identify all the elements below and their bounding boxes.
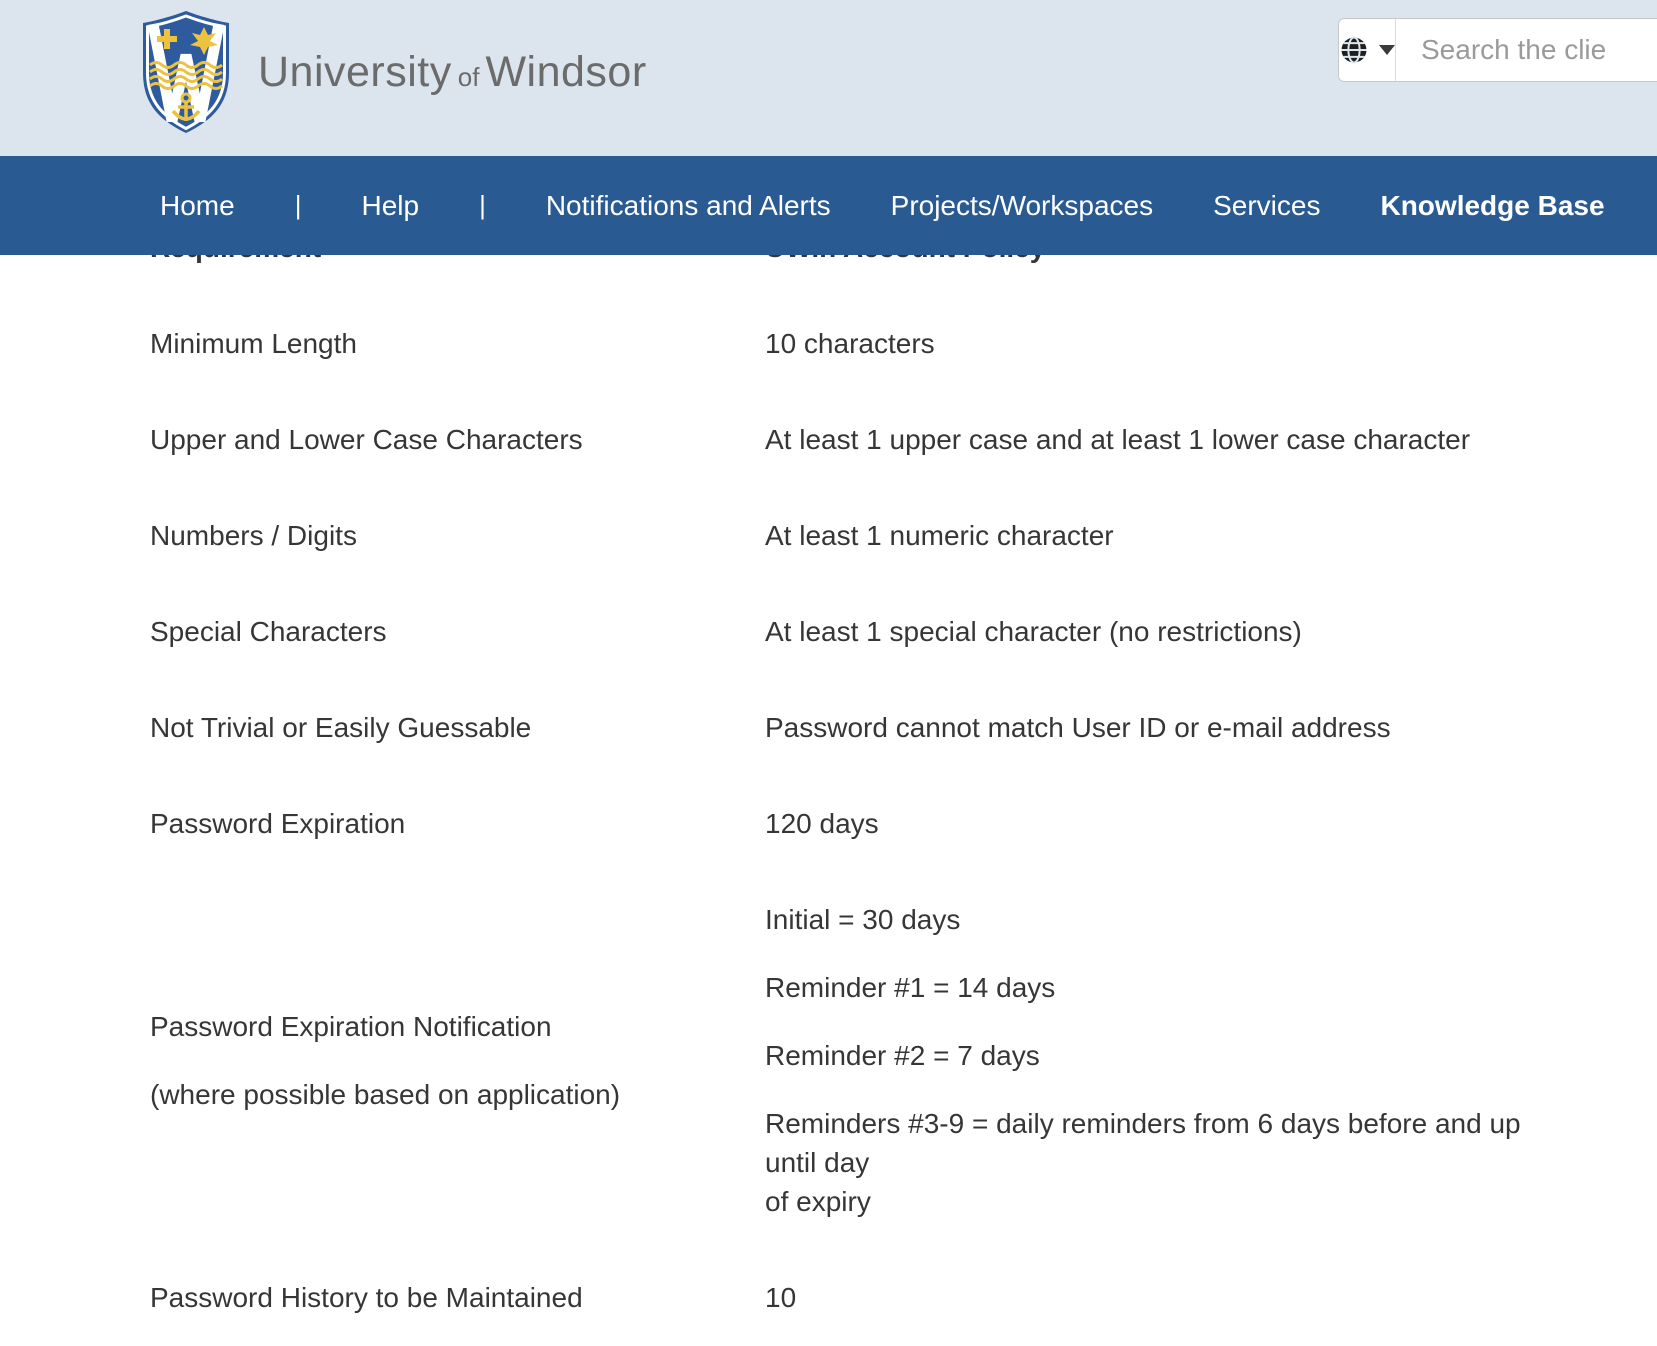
- policy-line: Reminders #3-9 = daily reminders from 6 …: [765, 1104, 1565, 1221]
- requirement-cell: Special Characters: [150, 584, 765, 680]
- policy-cell: At least 1 upper case and at least 1 low…: [765, 392, 1565, 488]
- nav-item-notifications[interactable]: Notifications and Alerts: [546, 190, 831, 222]
- table-row: Numbers / Digits At least 1 numeric char…: [0, 488, 1657, 584]
- requirement-cell: Not Trivial or Easily Guessable: [150, 680, 765, 776]
- policy-line: Reminder #2 = 7 days: [765, 1036, 1565, 1075]
- table-row-expiration-notification: Password Expiration Notification (where …: [0, 872, 1657, 1250]
- nav-item-services[interactable]: Services: [1213, 190, 1320, 222]
- policy-cell: At least 1 special character (no restric…: [765, 584, 1565, 680]
- policy-line: Initial = 30 days: [765, 900, 1565, 939]
- table-row: Not Trivial or Easily Guessable Password…: [0, 680, 1657, 776]
- search-input[interactable]: [1396, 19, 1657, 81]
- table-row: Password Expiration 120 days: [0, 776, 1657, 872]
- requirement-line: Password Expiration Notification: [150, 1007, 765, 1046]
- main-nav: Home | Help | Notifications and Alerts P…: [0, 156, 1657, 255]
- nav-item-help[interactable]: Help: [361, 190, 419, 222]
- site-header: University of Windsor: [0, 0, 1657, 156]
- table-row: Upper and Lower Case Characters At least…: [0, 392, 1657, 488]
- nav-separator: |: [479, 190, 486, 221]
- policy-cell: At least 1 numeric character: [765, 488, 1565, 584]
- table-row: Minimum Length 10 characters: [0, 296, 1657, 392]
- requirement-line: (where possible based on application): [150, 1075, 765, 1114]
- table-row: Special Characters At least 1 special ch…: [0, 584, 1657, 680]
- policy-cell: 120 days: [765, 776, 1565, 872]
- policy-cell: 10 characters: [765, 296, 1565, 392]
- wordmark-windsor: Windsor: [485, 48, 646, 97]
- policy-line: Reminder #1 = 14 days: [765, 968, 1565, 1007]
- nav-separator: |: [295, 190, 302, 221]
- globe-icon: [1339, 35, 1369, 65]
- requirement-cell: Numbers / Digits: [150, 488, 765, 584]
- password-policy-table: Requirement UWin Account Policy Minimum …: [0, 200, 1657, 1346]
- chevron-down-icon: [1379, 45, 1395, 55]
- university-brand[interactable]: University of Windsor: [140, 9, 647, 135]
- policy-cell: Initial = 30 days Reminder #1 = 14 days …: [765, 872, 1565, 1250]
- requirement-cell: Upper and Lower Case Characters: [150, 392, 765, 488]
- policy-cell: 10: [765, 1250, 1565, 1346]
- policy-cell: Password cannot match User ID or e-mail …: [765, 680, 1565, 776]
- search-box: [1338, 18, 1657, 82]
- wordmark-university: University: [258, 48, 452, 97]
- wordmark-of: of: [458, 62, 480, 93]
- requirement-cell: Password Expiration Notification (where …: [150, 872, 765, 1250]
- nav-item-knowledge-base[interactable]: Knowledge Base: [1380, 190, 1604, 222]
- search-scope-dropdown[interactable]: [1339, 19, 1396, 81]
- requirement-cell: Password Expiration: [150, 776, 765, 872]
- requirement-cell: Minimum Length: [150, 296, 765, 392]
- requirement-cell: Password History to be Maintained: [150, 1250, 765, 1346]
- nav-item-home[interactable]: Home: [160, 190, 235, 222]
- university-wordmark: University of Windsor: [258, 48, 647, 97]
- table-row: Password History to be Maintained 10: [0, 1250, 1657, 1346]
- university-shield-logo: [140, 9, 232, 135]
- nav-item-projects-workspaces[interactable]: Projects/Workspaces: [891, 190, 1153, 222]
